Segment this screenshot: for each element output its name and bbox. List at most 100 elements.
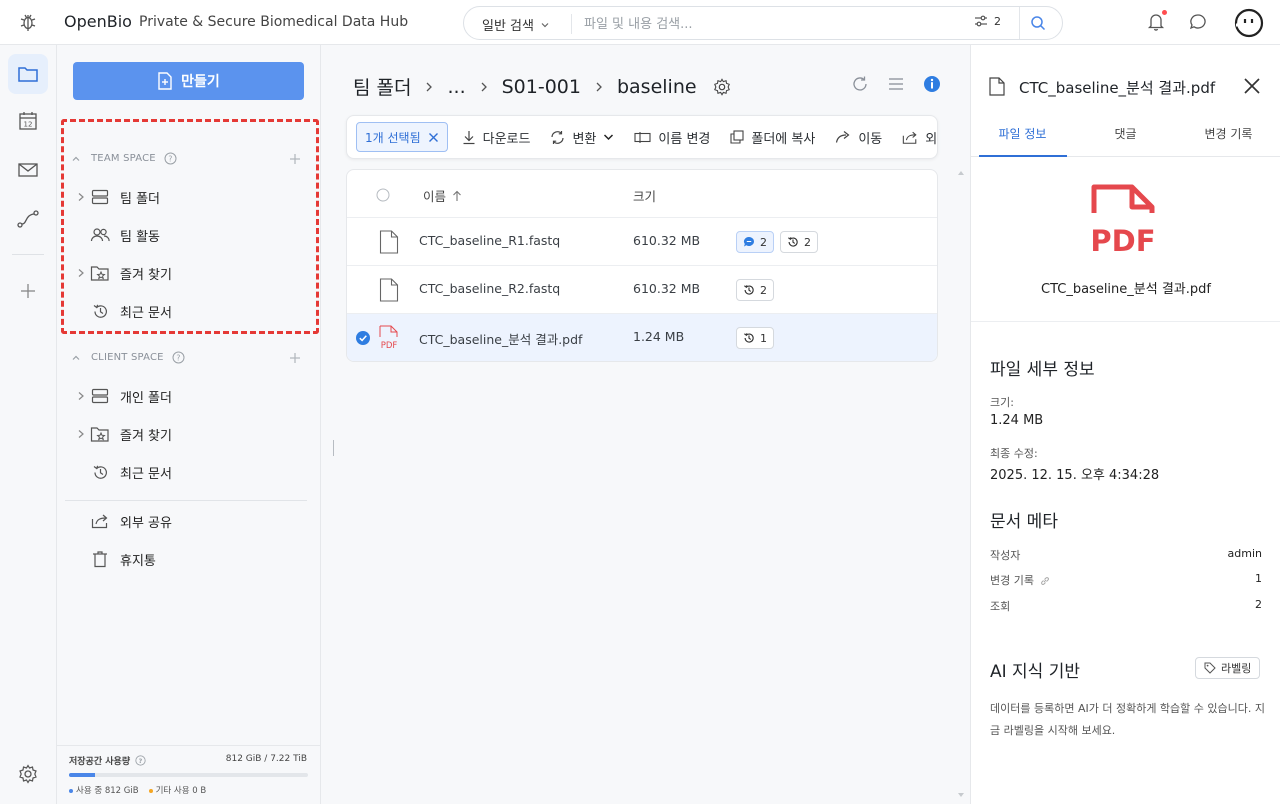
chevron-right-icon[interactable] xyxy=(73,429,89,439)
chevron-right-icon[interactable] xyxy=(73,391,89,401)
table-header: 이름 크기 xyxy=(347,170,937,218)
sidebar-item-label: 개인 폴더 xyxy=(120,390,172,406)
sidebar-item-team-recent[interactable]: 최근 문서 xyxy=(73,296,303,326)
rename-button[interactable]: 이름 변경 xyxy=(634,128,710,147)
labeling-button[interactable]: 라벨링 xyxy=(1195,657,1261,679)
close-icon[interactable] xyxy=(1243,77,1261,95)
breadcrumb-item[interactable]: 팀 폴더 xyxy=(353,73,411,100)
search-filter-button[interactable]: 2 xyxy=(974,14,1001,28)
share-icon xyxy=(902,130,918,145)
add-client-space-icon[interactable] xyxy=(289,352,301,364)
rail-add-button[interactable] xyxy=(8,271,48,311)
version-count-badge[interactable]: 2 xyxy=(736,279,774,301)
star-folder-icon xyxy=(90,426,110,443)
search-mode-dropdown[interactable]: 일반 검색 xyxy=(482,15,550,34)
chevron-down-icon xyxy=(540,20,550,30)
sliders-icon xyxy=(974,14,988,28)
avatar[interactable] xyxy=(1234,8,1264,38)
row-checkbox-checked[interactable] xyxy=(356,331,370,345)
close-icon[interactable] xyxy=(428,132,439,143)
sidebar-item-team-folder[interactable]: 팀 폴더 xyxy=(73,182,303,212)
client-space-header[interactable]: CLIENT SPACE ? xyxy=(71,351,301,364)
rail-mail-button[interactable] xyxy=(8,150,48,190)
server-icon xyxy=(90,388,110,404)
rail-calendar-button[interactable]: 12 xyxy=(8,101,48,141)
svg-text:?: ? xyxy=(139,758,143,765)
refresh-icon[interactable] xyxy=(851,75,869,93)
sidebar-item-client-favorites[interactable]: 즐겨 찾기 xyxy=(73,419,303,449)
svg-text:PDF: PDF xyxy=(381,341,398,351)
bell-icon[interactable] xyxy=(1147,12,1165,32)
chevron-right-icon[interactable] xyxy=(73,192,89,202)
preview-file-name: CTC_baseline_분석 결과.pdf xyxy=(1041,282,1211,297)
sidebar-item-external-share[interactable]: 외부 공유 xyxy=(73,506,303,536)
modified-value: 2025. 12. 15. 오후 4:34:28 xyxy=(990,468,1160,483)
rename-label: 이름 변경 xyxy=(658,131,711,147)
meta-value: admin xyxy=(1227,547,1262,560)
add-team-space-icon[interactable] xyxy=(289,153,301,165)
sidebar-item-label: 즐겨 찾기 xyxy=(120,428,172,444)
link-icon[interactable] xyxy=(1040,576,1050,586)
gear-icon[interactable] xyxy=(713,77,731,96)
search-input[interactable] xyxy=(584,13,964,35)
download-button[interactable]: 다운로드 xyxy=(462,128,531,147)
sidebar-item-trash[interactable]: 휴지통 xyxy=(73,544,303,574)
search-button[interactable] xyxy=(1030,15,1046,31)
pdf-preview-icon: PDF xyxy=(1090,183,1160,255)
app-rail: 12 xyxy=(0,45,57,804)
scrollbar[interactable] xyxy=(957,169,965,799)
openbio-logo-icon[interactable] xyxy=(17,12,39,34)
sidebar-item-team-activity[interactable]: 팀 활동 xyxy=(73,220,303,250)
selection-chip[interactable]: 1개 선택됨 xyxy=(356,122,448,152)
help-circle-icon[interactable]: ? xyxy=(172,351,185,364)
convert-dropdown[interactable]: 변환 xyxy=(550,128,614,147)
main-content: 팀 폴더 ... S01-001 baseline 1개 선택됨 다운로드 변환 xyxy=(321,45,970,804)
storage-divider xyxy=(57,745,321,746)
convert-label: 변환 xyxy=(572,131,597,147)
download-label: 다운로드 xyxy=(482,131,531,147)
storage-progress-fill xyxy=(69,773,96,777)
sidebar-item-personal-folder[interactable]: 개인 폴더 xyxy=(73,381,303,411)
table-row-selected[interactable]: PDF CTC_baseline_분석 결과.pdf 1.24 MB 1 xyxy=(347,314,937,361)
view-tools xyxy=(851,75,941,93)
list-view-icon[interactable] xyxy=(887,77,905,91)
external-share-button[interactable]: 외부 공유 xyxy=(902,128,937,147)
version-count: 2 xyxy=(760,283,767,297)
help-circle-icon[interactable]: ? xyxy=(164,152,177,165)
rail-settings-button[interactable] xyxy=(8,754,48,794)
version-count: 1 xyxy=(760,331,767,345)
comment-count-badge[interactable]: 2 xyxy=(736,231,774,253)
breadcrumb-item[interactable]: ... xyxy=(447,76,465,98)
tab-comments[interactable]: 댓글 xyxy=(1074,125,1177,142)
rail-workflow-button[interactable] xyxy=(8,199,48,239)
column-header-name[interactable]: 이름 xyxy=(423,186,462,205)
select-all-checkbox[interactable] xyxy=(376,188,390,202)
column-header-size[interactable]: 크기 xyxy=(633,186,656,205)
info-icon[interactable] xyxy=(923,75,941,93)
tab-history[interactable]: 변경 기록 xyxy=(1177,125,1280,142)
chevron-right-icon[interactable] xyxy=(73,268,89,278)
move-label: 이동 xyxy=(858,131,883,147)
top-bar: OpenBio Private & Secure Biomedical Data… xyxy=(0,0,1280,45)
breadcrumb-item[interactable]: S01-001 xyxy=(502,76,581,98)
copy-to-folder-button[interactable]: 폴더에 복사 xyxy=(730,128,815,147)
create-button[interactable]: 만들기 xyxy=(73,62,304,100)
sidebar-item-team-favorites[interactable]: 즐겨 찾기 xyxy=(73,258,303,288)
svg-text:?: ? xyxy=(168,154,172,163)
tab-file-info[interactable]: 파일 정보 xyxy=(971,125,1074,142)
version-count: 2 xyxy=(804,235,811,249)
details-heading: 파일 세부 정보 xyxy=(990,360,1095,380)
table-row[interactable]: CTC_baseline_R1.fastq 610.32 MB 2 2 xyxy=(347,218,937,266)
chat-bubble-icon[interactable] xyxy=(1189,13,1207,31)
sidebar-item-client-recent[interactable]: 최근 문서 xyxy=(73,457,303,487)
version-count-badge[interactable]: 1 xyxy=(736,327,774,349)
team-space-header[interactable]: TEAM SPACE ? xyxy=(71,152,301,165)
pdf-file-icon: PDF xyxy=(378,325,402,351)
move-button[interactable]: 이동 xyxy=(835,128,882,147)
table-row[interactable]: CTC_baseline_R2.fastq 610.32 MB 2 xyxy=(347,266,937,314)
resize-handle[interactable] xyxy=(333,440,334,456)
rail-files-button[interactable] xyxy=(8,54,48,94)
version-count-badge[interactable]: 2 xyxy=(780,231,818,253)
help-circle-icon[interactable]: ? xyxy=(135,755,146,766)
convert-icon xyxy=(550,130,565,145)
